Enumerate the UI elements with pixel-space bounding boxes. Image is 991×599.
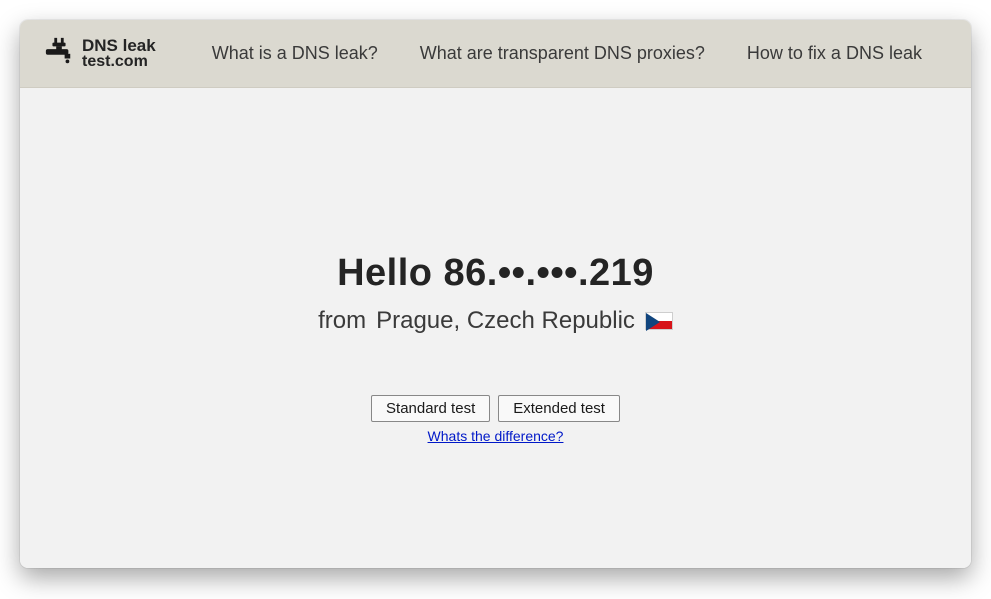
ip-greeting: Hello 86.••.•••.219 [337,252,654,295]
location-line: from Prague, Czech Republic [318,307,673,335]
site-logo[interactable]: DNS leak test.com [44,36,156,71]
main-content: Hello 86.••.•••.219 from Prague, Czech R… [20,88,971,568]
nav-link-how-to-fix[interactable]: How to fix a DNS leak [747,43,922,64]
extended-test-button[interactable]: Extended test [498,395,620,422]
flag-czech-icon [645,312,673,330]
faucet-icon [44,36,74,71]
nav-link-transparent-proxies[interactable]: What are transparent DNS proxies? [420,43,705,64]
logo-line1: DNS leak [82,37,156,54]
nav-links: What is a DNS leak? What are transparent… [212,43,922,64]
location-prefix: from [318,307,366,335]
nav-link-what-is-dns-leak[interactable]: What is a DNS leak? [212,43,378,64]
whats-the-difference-link[interactable]: Whats the difference? [428,428,564,444]
navbar: DNS leak test.com What is a DNS leak? Wh… [20,20,971,88]
logo-text: DNS leak test.com [82,37,156,70]
standard-test-button[interactable]: Standard test [371,395,490,422]
logo-line2: test.com [82,54,156,70]
app-window: DNS leak test.com What is a DNS leak? Wh… [20,20,971,568]
test-buttons: Standard test Extended test [371,395,620,422]
location-text: Prague, Czech Republic [376,307,635,335]
